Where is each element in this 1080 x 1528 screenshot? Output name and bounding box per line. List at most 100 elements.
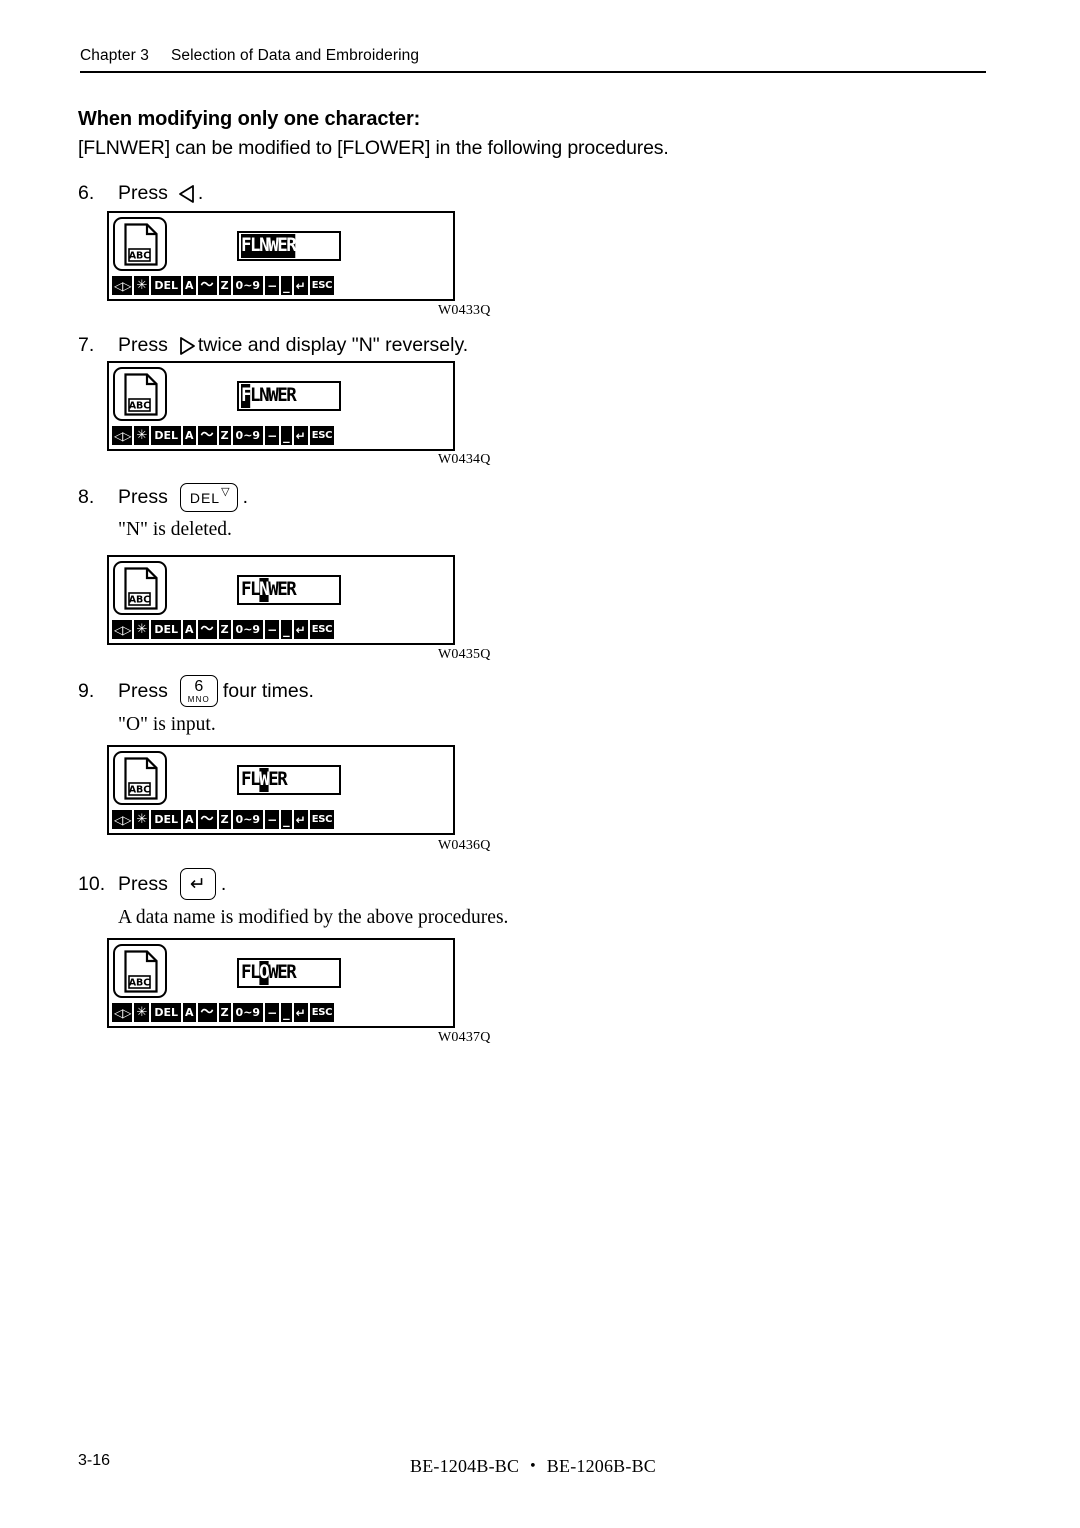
lcd-tilde-key[interactable]: ～	[197, 810, 217, 829]
lcd-softkey-bar: ◁▷ ✳ DEL A ～ Z 0~9− _ ↵ ESC	[112, 1002, 336, 1022]
lcd-hyphen-key[interactable]: −	[265, 620, 280, 639]
lcd-text-segment: WER	[268, 578, 297, 600]
lcd-mode-icon-frame: ABC	[113, 367, 167, 421]
lcd-name-value: FL O WER	[241, 961, 297, 985]
lcd-letter-z-key[interactable]: Z	[218, 276, 231, 295]
lcd-asterisk-key[interactable]: ✳	[134, 620, 150, 639]
enter-keycap[interactable]: ↵	[179, 868, 216, 900]
step-number: 7.	[78, 334, 95, 356]
lcd-letter-a-key[interactable]: A	[183, 810, 196, 829]
lcd-asterisk-key[interactable]: ✳	[134, 426, 150, 445]
lcd-underscore-key[interactable]: _	[281, 620, 292, 639]
lcd-hyphen-key[interactable]: −	[265, 1003, 280, 1022]
lcd-del-key[interactable]: DEL	[151, 810, 182, 829]
lcd-tilde-key[interactable]: ～	[197, 276, 217, 295]
step-note: "N" is deleted.	[118, 519, 232, 540]
lcd-name-field[interactable]: FLNWER	[237, 575, 341, 605]
lcd-name-field[interactable]: FLNWER	[237, 231, 341, 261]
lcd-esc-key[interactable]: ESC	[309, 276, 335, 295]
step-number: 6.	[78, 182, 95, 204]
lcd-text-segment: ER	[268, 768, 288, 790]
lcd-esc-key[interactable]: ESC	[309, 1003, 335, 1022]
lcd-esc-key[interactable]: ESC	[309, 426, 335, 445]
lcd-asterisk-key[interactable]: ✳	[134, 276, 150, 295]
step-instruction-text: twice and display "N" reversely.	[197, 334, 469, 356]
svg-text:ABC: ABC	[129, 250, 151, 261]
svg-text:ABC: ABC	[129, 400, 151, 411]
intro-block: When modifying only one character: [FLNW…	[78, 108, 978, 160]
lcd-del-key[interactable]: DEL	[151, 620, 182, 639]
lcd-name-field[interactable]: FLNWER	[237, 381, 341, 411]
lcd-tilde-key[interactable]: ～	[197, 1003, 217, 1022]
document-abc-icon: ABC	[124, 223, 158, 266]
lcd-digits-key[interactable]: 0~9	[232, 426, 264, 445]
lcd-panel-wrapper: ABC FLNWER ◁▷✳DELA～Z0~9−_↵ESC	[107, 211, 455, 301]
lcd-letter-a-key[interactable]: A	[183, 426, 196, 445]
arrow-left-icon[interactable]	[178, 184, 195, 203]
lcd-hyphen-key[interactable]: −	[265, 276, 280, 295]
lcd-hyphen-key[interactable]: −	[265, 810, 280, 829]
svg-text:ABC: ABC	[129, 594, 151, 605]
lcd-underscore-key[interactable]: _	[281, 426, 292, 445]
lcd-enter-key[interactable]: ↵	[293, 620, 308, 639]
lcd-text-segment: F	[241, 384, 252, 408]
footer-model: BE-1204B-BC ・ BE-1206B-BC	[409, 1456, 656, 1476]
lcd-text-segment: N	[259, 578, 270, 602]
lcd-letter-a-key[interactable]: A	[183, 1003, 196, 1022]
lcd-arrow-left-right-key[interactable]: ◁▷	[112, 426, 133, 445]
document-abc-icon: ABC	[124, 950, 158, 993]
lcd-digits-key[interactable]: 0~9	[232, 620, 264, 639]
lcd-enter-key[interactable]: ↵	[293, 426, 308, 445]
lcd-digits-key[interactable]: 0~9	[232, 810, 264, 829]
lcd-arrow-left-right-key[interactable]: ◁▷	[112, 1003, 133, 1022]
number-6-keycap[interactable]: 6 MNO	[179, 675, 218, 707]
lcd-tilde-key[interactable]: ～	[197, 620, 217, 639]
lcd-digits-key[interactable]: 0~9	[232, 276, 264, 295]
del-keycap-superscript: ▽	[221, 486, 231, 498]
figure-reference: W0433Q	[438, 303, 491, 318]
lcd-text-segment: W	[259, 768, 270, 792]
lcd-asterisk-key[interactable]: ✳	[134, 1003, 150, 1022]
lcd-enter-key[interactable]: ↵	[293, 810, 308, 829]
lcd-del-key[interactable]: DEL	[151, 1003, 182, 1022]
lcd-enter-key[interactable]: ↵	[293, 1003, 308, 1022]
lcd-underscore-key[interactable]: _	[281, 276, 292, 295]
lcd-underscore-key[interactable]: _	[281, 1003, 292, 1022]
lcd-arrow-left-right-key[interactable]: ◁▷	[112, 620, 133, 639]
figure-reference: W0436Q	[438, 838, 491, 853]
lcd-name-field[interactable]: FL W ER	[237, 765, 341, 795]
lcd-letter-z-key[interactable]: Z	[218, 426, 231, 445]
lcd-arrow-left-right-key[interactable]: ◁▷	[112, 276, 133, 295]
lcd-name-field[interactable]: FL O WER	[237, 958, 341, 988]
lcd-esc-key[interactable]: ESC	[309, 620, 335, 639]
lcd-underscore-key[interactable]: _	[281, 810, 292, 829]
lcd-tilde-key[interactable]: ～	[197, 426, 217, 445]
step-press-label: Press	[118, 486, 168, 508]
lcd-esc-key[interactable]: ESC	[309, 810, 335, 829]
step-number: 9.	[78, 679, 95, 702]
lcd-letter-z-key[interactable]: Z	[218, 810, 231, 829]
step-note: "O" is input.	[118, 714, 216, 735]
lcd-name-value: FLNWER	[241, 578, 297, 602]
del-keycap[interactable]: DEL ▽	[179, 483, 238, 512]
figure-reference: W0437Q	[438, 1030, 491, 1045]
lcd-del-key[interactable]: DEL	[151, 276, 182, 295]
lcd-del-key[interactable]: DEL	[151, 426, 182, 445]
lcd-screen: ABC FL O WER ◁▷ ✳ DEL A ～ Z 0~9− _ ↵ ESC	[107, 938, 455, 1028]
lcd-letter-z-key[interactable]: Z	[218, 1003, 231, 1022]
lcd-softkey-bar: ◁▷ ✳ DEL A ～ Z 0~9− _ ↵ ESC	[112, 275, 336, 295]
lcd-digits-key[interactable]: 0~9	[232, 1003, 264, 1022]
lcd-enter-key[interactable]: ↵	[293, 276, 308, 295]
lcd-mode-icon-frame: ABC	[113, 944, 167, 998]
lcd-asterisk-key[interactable]: ✳	[134, 810, 150, 829]
lcd-arrow-left-right-key[interactable]: ◁▷	[112, 810, 133, 829]
step-number: 8.	[78, 486, 95, 508]
lcd-panel-wrapper: ABC FLNWER ◁▷✳DELA～Z0~9−_↵ESC	[107, 555, 455, 645]
header-title: Selection of Data and Embroidering	[170, 47, 420, 64]
del-keycap-label: DEL	[189, 489, 221, 506]
lcd-letter-a-key[interactable]: A	[183, 276, 196, 295]
lcd-hyphen-key[interactable]: −	[265, 426, 280, 445]
arrow-right-icon[interactable]	[178, 336, 195, 355]
lcd-letter-z-key[interactable]: Z	[218, 620, 231, 639]
lcd-letter-a-key[interactable]: A	[183, 620, 196, 639]
